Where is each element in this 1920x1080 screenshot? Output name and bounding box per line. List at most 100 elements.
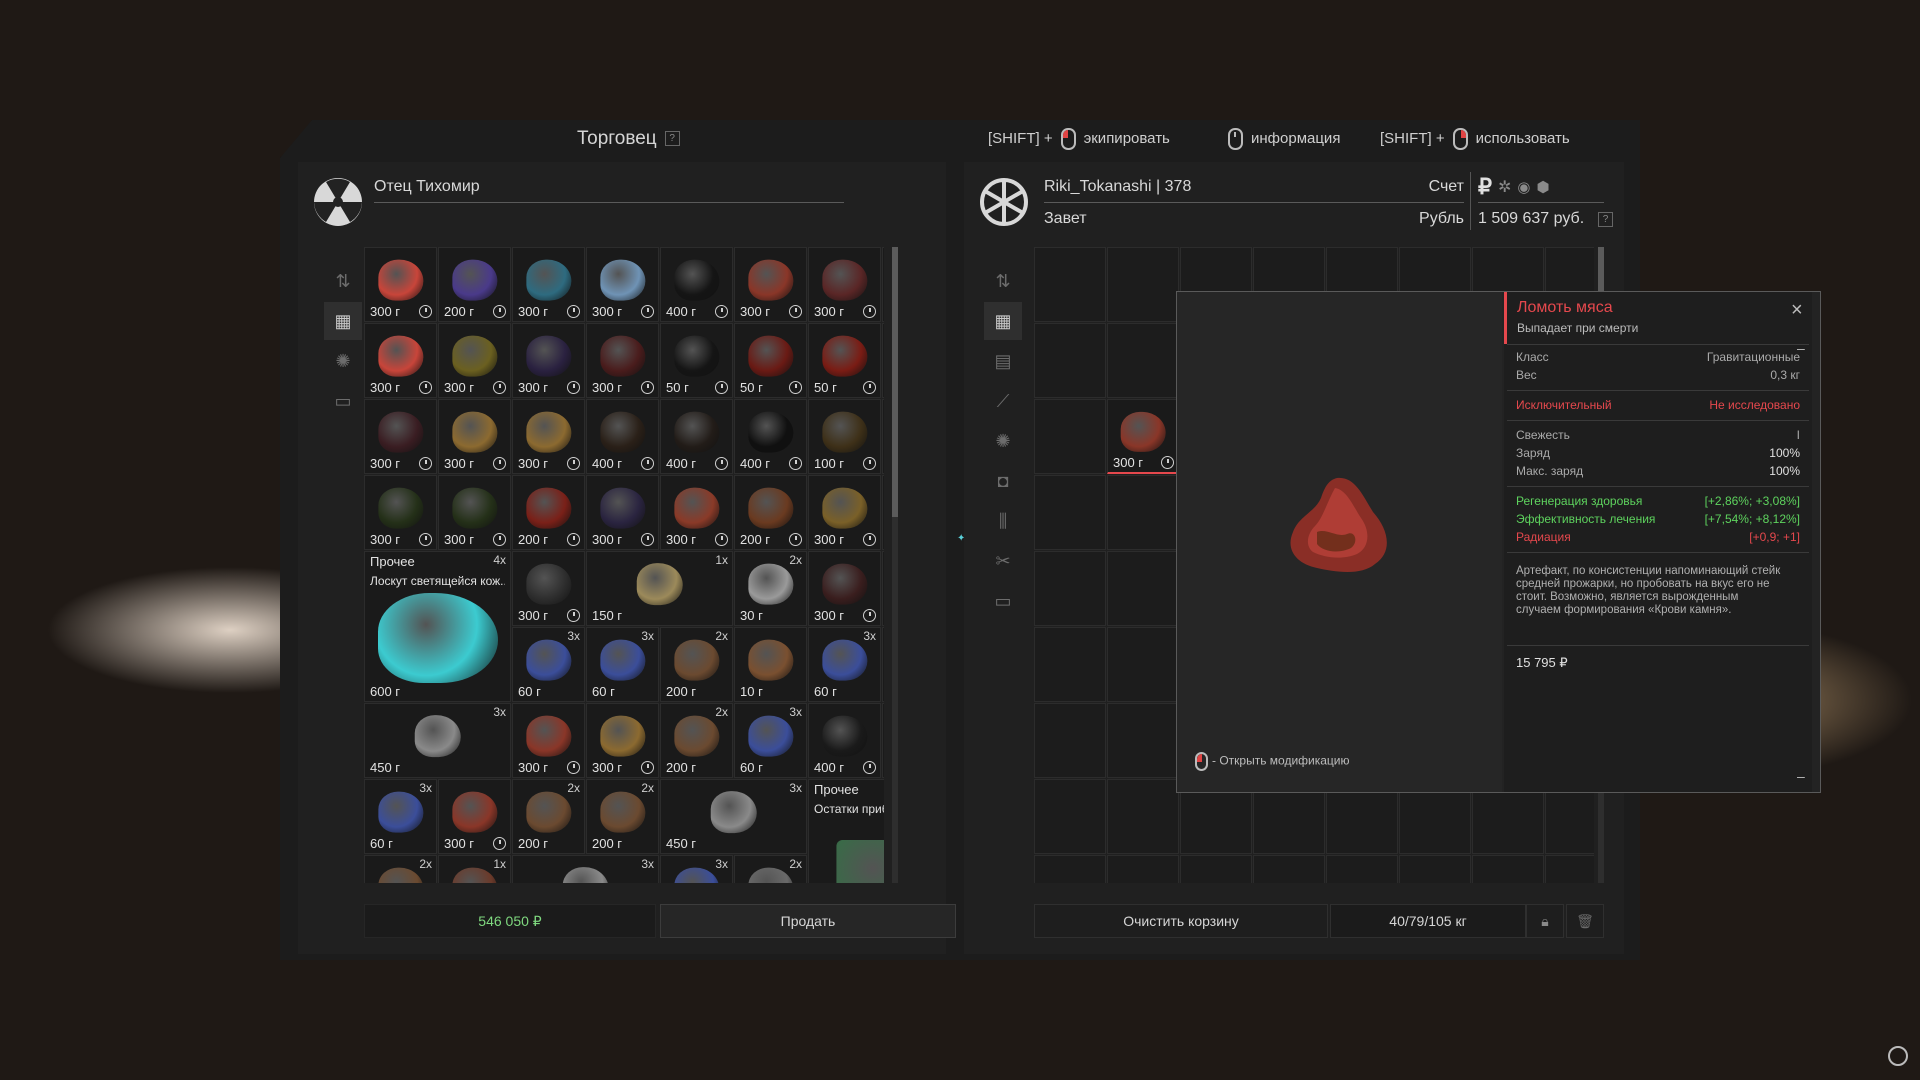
trader-scroll-thumb[interactable] xyxy=(892,247,898,517)
open-mod-hint[interactable]: - Открыть модификацию xyxy=(1195,752,1350,771)
inventory-item[interactable]: 50 г xyxy=(808,323,881,398)
empty-slot[interactable] xyxy=(1107,627,1179,702)
empty-slot[interactable] xyxy=(1545,855,1594,883)
weight-lock-icon[interactable]: 🔒︎ xyxy=(1526,904,1564,938)
inventory-item[interactable]: 200 г2x xyxy=(512,779,585,854)
inventory-item[interactable]: 300 г xyxy=(586,475,659,550)
inventory-item[interactable]: 300 г xyxy=(1107,399,1179,474)
trader-scrollbar[interactable] xyxy=(892,247,898,883)
gear-currency-icon[interactable]: ✲ xyxy=(1498,177,1511,197)
empty-slot[interactable] xyxy=(1107,247,1179,322)
inventory-item[interactable]: 60 г 3x xyxy=(808,627,881,702)
inventory-item[interactable]: 400 г xyxy=(586,399,659,474)
inventory-item[interactable]: 300 г xyxy=(364,475,437,550)
inventory-item[interactable]: 300 г xyxy=(438,399,511,474)
cube-currency-icon[interactable]: ⬢ xyxy=(1537,178,1550,196)
empty-slot[interactable] xyxy=(1034,779,1106,854)
artifact-icon[interactable]: ✺ xyxy=(984,422,1022,460)
inventory-item[interactable]: 300 г xyxy=(586,323,659,398)
empty-slot[interactable] xyxy=(1034,399,1106,474)
inventory-item[interactable]: 300 г xyxy=(512,247,585,322)
empty-slot[interactable] xyxy=(1034,475,1106,550)
empty-slot[interactable] xyxy=(1034,627,1106,702)
inventory-item[interactable]: 300 г xyxy=(512,703,585,778)
inventory-item[interactable]: 3x xyxy=(512,855,659,883)
inventory-item[interactable]: 450 г 3x xyxy=(364,703,511,778)
inventory-item[interactable]: 30 г 2x xyxy=(734,551,807,626)
empty-slot[interactable] xyxy=(1180,855,1252,883)
box-icon[interactable]: ▭ xyxy=(324,382,362,420)
inventory-item[interactable]: 50 г xyxy=(660,323,733,398)
inventory-item[interactable]: 3x xyxy=(660,855,733,883)
inventory-item[interactable]: 300 г xyxy=(364,247,437,322)
inventory-item[interactable]: 300 г xyxy=(512,399,585,474)
inventory-item[interactable]: 100 г xyxy=(808,399,881,474)
inventory-item[interactable]: 300 г xyxy=(438,475,511,550)
inventory-item[interactable]: 300 г xyxy=(660,475,733,550)
inventory-item[interactable]: 300 г xyxy=(364,323,437,398)
inventory-item[interactable]: 300 г xyxy=(734,247,807,322)
inventory-item[interactable]: 2x xyxy=(364,855,437,883)
inventory-item[interactable]: 200 г xyxy=(438,247,511,322)
inventory-item[interactable]: 60 г 3x xyxy=(734,703,807,778)
grid-icon[interactable]: ▦ xyxy=(324,302,362,340)
help-icon[interactable]: ? xyxy=(664,131,680,147)
inventory-item[interactable]: 60 г 3x xyxy=(364,779,437,854)
inventory-item[interactable]: 200 г xyxy=(512,475,585,550)
inventory-item[interactable]: 1xПрочееОстатки приборов Моно... xyxy=(808,779,884,883)
empty-slot[interactable] xyxy=(1399,855,1471,883)
inventory-item[interactable]: 300 г xyxy=(882,323,884,398)
inventory-item[interactable]: 60 г 3x xyxy=(512,627,585,702)
empty-slot[interactable] xyxy=(1034,855,1106,883)
inventory-item[interactable]: 300 г xyxy=(586,247,659,322)
armor-icon[interactable]: ▤ xyxy=(984,342,1022,380)
empty-slot[interactable] xyxy=(1107,779,1179,854)
inventory-item[interactable]: 100 г xyxy=(882,475,884,550)
inventory-item[interactable]: 400 г xyxy=(808,703,881,778)
inventory-item[interactable]: 300 г xyxy=(512,551,585,626)
empty-slot[interactable] xyxy=(1107,551,1179,626)
empty-slot[interactable] xyxy=(1326,855,1398,883)
empty-slot[interactable] xyxy=(1107,323,1179,398)
container-icon[interactable]: ◘ xyxy=(984,462,1022,500)
inventory-item[interactable]: 450 г 3x xyxy=(660,779,807,854)
empty-slot[interactable] xyxy=(1034,247,1106,322)
ammo-icon[interactable]: ⫼ xyxy=(984,502,1022,540)
inventory-item[interactable]: 150 г xyxy=(882,551,884,626)
grid-icon[interactable]: ▦ xyxy=(984,302,1022,340)
inventory-item[interactable]: 50 г xyxy=(734,323,807,398)
inventory-item[interactable]: 300 г xyxy=(586,703,659,778)
inventory-item[interactable]: 778,75 г89x xyxy=(882,247,884,322)
empty-slot[interactable] xyxy=(1253,855,1325,883)
inventory-item[interactable]: 200 г2x xyxy=(586,779,659,854)
empty-slot[interactable] xyxy=(1034,323,1106,398)
empty-slot[interactable] xyxy=(1107,703,1179,778)
inventory-item[interactable]: 300 г xyxy=(882,399,884,474)
sort-icon[interactable]: ⇅ xyxy=(984,262,1022,300)
empty-slot[interactable] xyxy=(1034,551,1106,626)
compass-currency-icon[interactable]: ◉ xyxy=(1517,178,1530,196)
empty-slot[interactable] xyxy=(1472,855,1544,883)
inventory-item[interactable]: 60 г 3x xyxy=(586,627,659,702)
inventory-item[interactable]: 150 г 1x xyxy=(586,551,733,626)
scroll-up-icon[interactable]: – xyxy=(1797,340,1805,356)
inventory-item[interactable]: 200 г2x xyxy=(882,627,884,702)
box-icon[interactable]: ▭ xyxy=(984,582,1022,620)
tools-icon[interactable]: ✂ xyxy=(984,542,1022,580)
empty-slot[interactable] xyxy=(1034,703,1106,778)
rifle-icon[interactable]: ⟋ xyxy=(984,382,1022,420)
inventory-item[interactable]: 300 г xyxy=(808,551,881,626)
empty-slot[interactable] xyxy=(1107,475,1179,550)
scroll-down-icon[interactable]: – xyxy=(1797,768,1805,784)
inventory-item[interactable]: 2x xyxy=(734,855,807,883)
help-icon[interactable]: ? xyxy=(1598,212,1613,227)
ruble-icon[interactable]: ₽ xyxy=(1478,174,1492,200)
inventory-item[interactable]: 600 г 4x Прочее Лоскут светящейся кож... xyxy=(364,551,511,702)
trash-icon[interactable]: 🗑︎ xyxy=(1566,904,1604,938)
inventory-item[interactable]: 300 г xyxy=(808,247,881,322)
inventory-item[interactable]: 300 г xyxy=(512,323,585,398)
inventory-item[interactable]: 1x xyxy=(438,855,511,883)
inventory-item[interactable]: 300 г xyxy=(364,399,437,474)
sell-button[interactable]: Продать xyxy=(660,904,956,938)
inventory-item[interactable]: 10 г xyxy=(734,627,807,702)
